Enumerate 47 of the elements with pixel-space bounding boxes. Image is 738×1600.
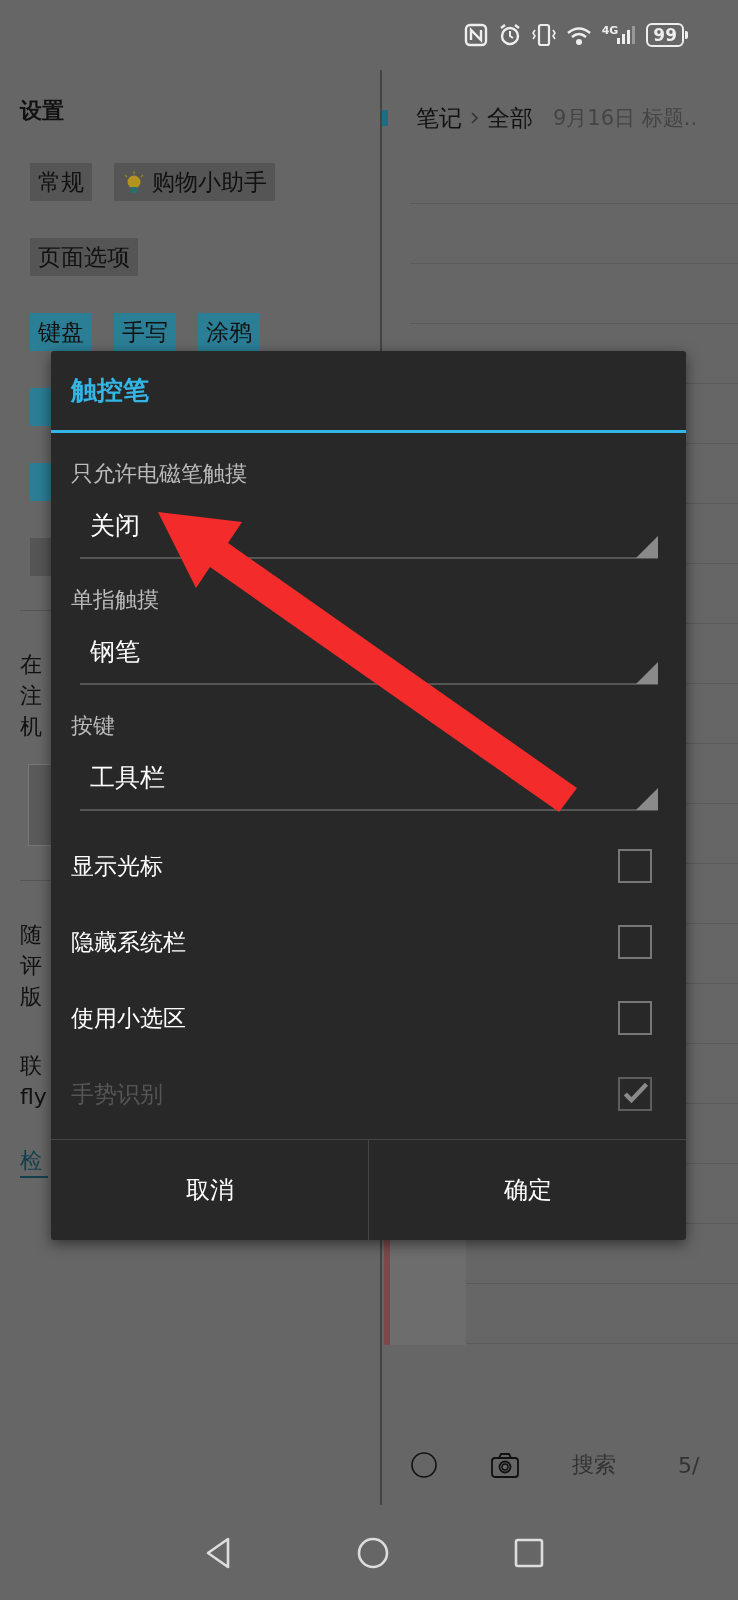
text-line: 在 xyxy=(20,651,42,679)
checkbox[interactable] xyxy=(618,1001,652,1035)
text-line: 随 xyxy=(20,921,42,949)
settings-tab[interactable]: 键盘 xyxy=(30,313,92,351)
corner-icon xyxy=(636,536,658,558)
text-line: 评 xyxy=(20,952,42,980)
text-line: 联 xyxy=(20,1052,42,1080)
vibrate-icon xyxy=(531,23,556,47)
circle-icon[interactable] xyxy=(410,1451,438,1479)
text-line: 机 xyxy=(20,713,42,741)
dialog-button[interactable]: 取消 xyxy=(51,1140,368,1240)
settings-title: 设置 xyxy=(20,97,65,125)
checkbox[interactable] xyxy=(618,925,652,959)
back-icon[interactable] xyxy=(204,1535,232,1570)
signal-icon xyxy=(616,24,637,46)
corner-icon xyxy=(636,788,658,810)
home-icon[interactable] xyxy=(357,1536,389,1569)
text-line: 注 xyxy=(20,682,42,710)
corner-icon xyxy=(636,662,658,684)
nfc-icon xyxy=(463,23,488,47)
settings-tab[interactable]: 涂鸦 xyxy=(198,313,260,351)
recents-icon[interactable] xyxy=(514,1537,544,1568)
selection-marker xyxy=(382,110,388,126)
breadcrumb-item[interactable]: 笔记 xyxy=(416,102,462,134)
camera-icon[interactable] xyxy=(490,1451,520,1479)
wifi-icon xyxy=(565,24,592,46)
dialog-button[interactable]: 确定 xyxy=(368,1140,686,1240)
checkbox[interactable] xyxy=(618,849,652,883)
text-line: 版 xyxy=(20,983,42,1011)
option-label: 使用小选区 xyxy=(71,1003,186,1033)
option-label: 隐藏系统栏 xyxy=(71,927,186,957)
battery-level: 99 xyxy=(646,23,684,47)
tab-label: 购物小助手 xyxy=(152,167,267,197)
chevron-icon xyxy=(470,111,479,125)
field-label: 按键 xyxy=(71,712,116,740)
lightbulb-icon xyxy=(122,170,146,194)
settings-tab[interactable]: 购物小助手 xyxy=(114,163,275,201)
network-type: 4G xyxy=(601,24,619,37)
settings-tab[interactable]: 页面选项 xyxy=(30,238,138,276)
settings-tab[interactable]: 手写 xyxy=(114,313,176,351)
field-label: 只允许电磁笔触摸 xyxy=(71,460,248,488)
breadcrumb-item[interactable]: 全部 xyxy=(487,102,533,134)
settings-tab[interactable]: 常规 xyxy=(30,163,92,201)
text-line: fly xyxy=(20,1083,47,1111)
option-label: 显示光标 xyxy=(71,851,163,881)
dialog-title: 触控笔 xyxy=(71,374,149,407)
field-label: 单指触摸 xyxy=(71,586,160,614)
